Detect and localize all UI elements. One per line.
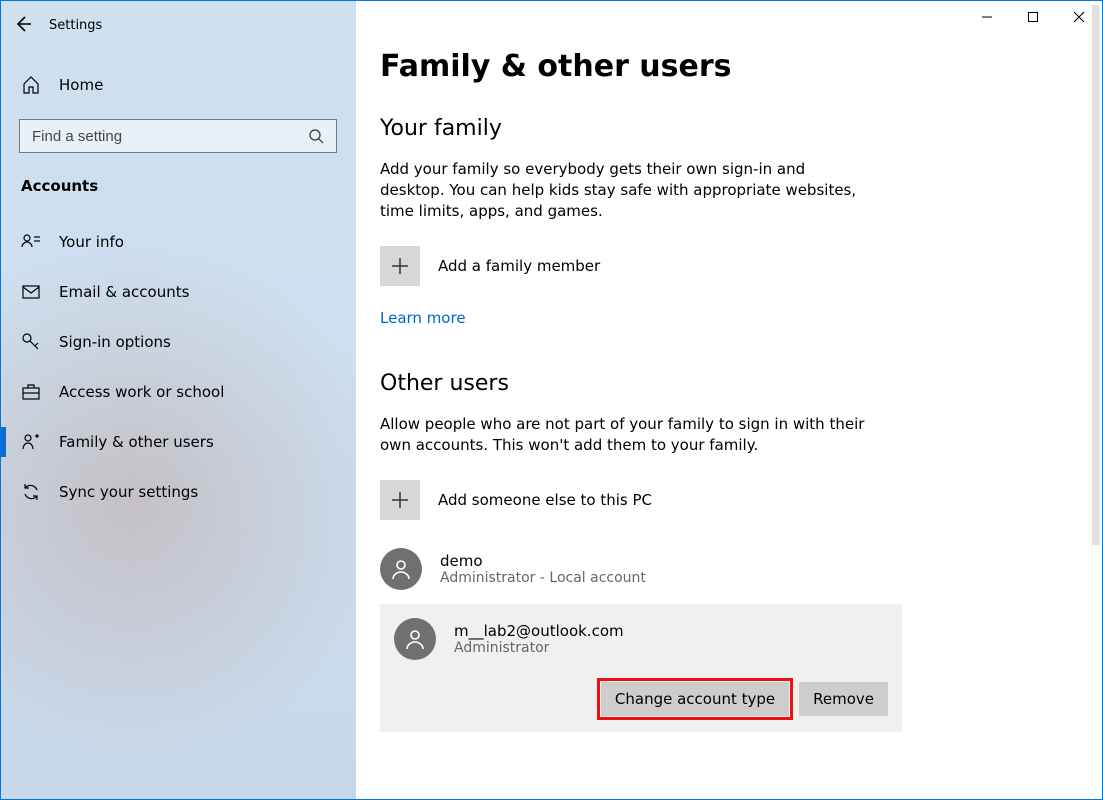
other-users-heading: Other users: [380, 371, 1070, 396]
nav-list: Your info Email & accounts Sign-in optio…: [1, 217, 356, 517]
nav-sign-in-options[interactable]: Sign-in options: [1, 317, 356, 367]
remove-button[interactable]: Remove: [799, 682, 888, 716]
nav-your-info[interactable]: Your info: [1, 217, 356, 267]
back-button[interactable]: [1, 1, 45, 47]
nav-label: Email & accounts: [59, 283, 189, 301]
avatar-icon: [380, 548, 422, 590]
plus-icon: [380, 480, 420, 520]
search-input[interactable]: [19, 119, 337, 153]
avatar-icon: [394, 618, 436, 660]
user-role: Administrator: [454, 640, 624, 656]
page-title: Family & other users: [380, 49, 1070, 84]
nav-family-other-users[interactable]: Family & other users: [1, 417, 356, 467]
family-heading: Your family: [380, 116, 1070, 141]
scrollbar[interactable]: [1092, 5, 1100, 545]
family-description: Add your family so everybody gets their …: [380, 159, 870, 222]
nav-label: Your info: [59, 233, 124, 251]
title-bar: Settings: [1, 1, 356, 47]
minimize-button[interactable]: [964, 1, 1010, 33]
nav-label: Sync your settings: [59, 483, 198, 501]
arrow-left-icon: [14, 15, 32, 33]
add-family-member[interactable]: Add a family member: [380, 246, 1070, 286]
maximize-button[interactable]: [1010, 1, 1056, 33]
user-row[interactable]: demo Administrator - Local account: [380, 542, 1070, 596]
user-name: demo: [440, 552, 646, 570]
change-account-type-button[interactable]: Change account type: [601, 682, 789, 716]
briefcase-icon: [21, 382, 41, 402]
nav-sync-settings[interactable]: Sync your settings: [1, 467, 356, 517]
sidebar: Settings Home Accounts Your info: [1, 1, 356, 799]
user-badge-icon: [21, 232, 41, 252]
nav-email-accounts[interactable]: Email & accounts: [1, 267, 356, 317]
add-other-user[interactable]: Add someone else to this PC: [380, 480, 1070, 520]
user-card-selected: m__lab2@outlook.com Administrator Change…: [380, 604, 902, 732]
other-users-description: Allow people who are not part of your fa…: [380, 414, 870, 456]
search-field[interactable]: [30, 127, 294, 146]
sync-icon: [21, 482, 41, 502]
user-name: m__lab2@outlook.com: [454, 622, 624, 640]
category-heading: Accounts: [1, 157, 356, 211]
window-title: Settings: [49, 16, 102, 33]
key-icon: [21, 332, 41, 352]
user-role: Administrator - Local account: [440, 570, 646, 586]
window-controls: [964, 1, 1102, 33]
user-row[interactable]: m__lab2@outlook.com Administrator: [394, 618, 888, 660]
learn-more-link[interactable]: Learn more: [380, 309, 466, 327]
people-add-icon: [21, 432, 41, 452]
home-icon: [21, 75, 41, 95]
mail-icon: [21, 282, 41, 302]
nav-label: Sign-in options: [59, 333, 171, 351]
nav-label: Family & other users: [59, 433, 214, 451]
add-other-label: Add someone else to this PC: [438, 491, 652, 509]
home-label: Home: [59, 76, 103, 94]
nav-access-work-school[interactable]: Access work or school: [1, 367, 356, 417]
plus-icon: [380, 246, 420, 286]
search-icon: [306, 126, 326, 146]
home-nav[interactable]: Home: [1, 65, 356, 105]
nav-label: Access work or school: [59, 383, 224, 401]
main-panel: Family & other users Your family Add you…: [356, 1, 1102, 799]
add-family-label: Add a family member: [438, 257, 600, 275]
